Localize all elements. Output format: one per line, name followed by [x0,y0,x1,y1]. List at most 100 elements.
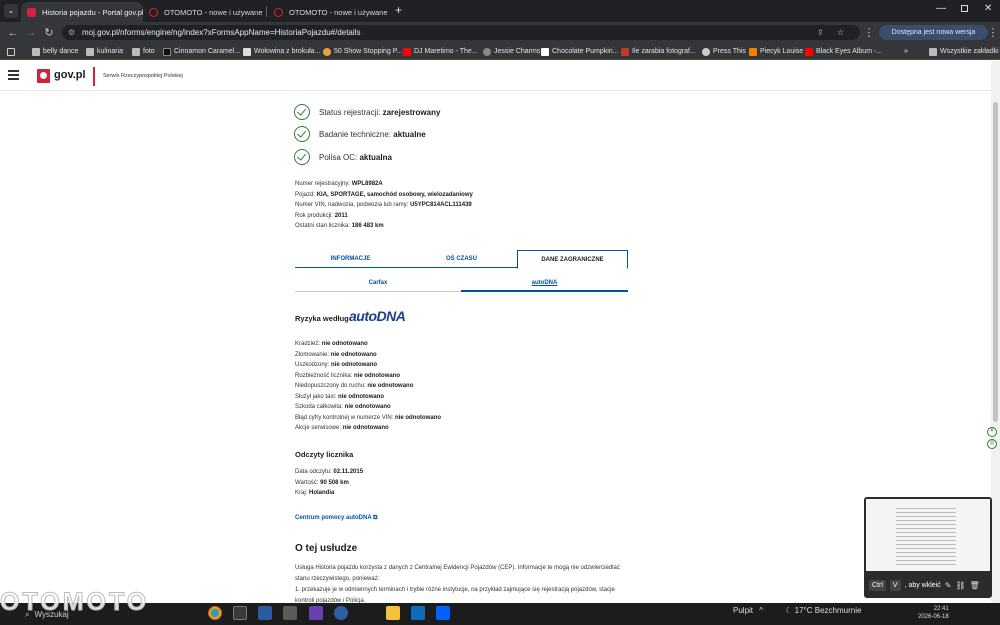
gov-favicon-icon [27,7,36,17]
tab-os-czasu[interactable]: OŚ CZASU [406,250,517,268]
about-list-item: 1. przekazuje je w odmiennych terminach … [295,587,615,603]
close-window-icon[interactable]: ✕ [984,3,992,14]
new-tab-button[interactable]: + [395,3,402,17]
check-circle-icon [294,149,310,165]
close-circle-icon[interactable]: ✕ [987,427,997,437]
tab-historia-pojazdu[interactable]: Historia pojazdu - Portal gov.pl ✕ [21,2,143,22]
bookmark-press-this[interactable]: Press This [702,45,746,58]
scrollbar-thumb[interactable] [993,102,998,422]
risk-item: Złomowanie: nie odnotowano [295,352,377,358]
chevron-up-icon[interactable]: ^ [759,606,763,615]
otomoto-favicon-icon [274,7,283,17]
risk-item: Błąd cyfry kontrolnej w numerze VIN: nie… [295,415,442,421]
extension-icon[interactable]: ⋮ [862,26,876,40]
weather-moon-icon: ☾ [785,606,793,615]
bookmark-50-show[interactable]: 50 Show Stopping P... [323,45,402,58]
otomoto-watermark: OTOMOTO [0,588,150,617]
minimize-icon[interactable]: — [936,3,946,14]
otomoto-favicon-icon [149,7,158,17]
apps-icon[interactable] [7,45,18,58]
subtab-autodna[interactable]: autoDNA [461,275,628,292]
tab-search-button[interactable]: ⌄ [4,4,18,18]
forward-icon[interactable]: → [24,26,38,40]
app-taskbar-icon[interactable] [258,606,272,620]
odometer-readings-title: Odczyty licznika [295,450,354,459]
site-icon [163,47,171,56]
share-icon[interactable]: ⇪ [817,25,824,40]
reload-icon[interactable]: ↻ [42,26,56,40]
bookmark-kulinaria[interactable]: kulinaria [86,45,123,58]
status-registration: Status rejestracji: zarejestrowany [294,103,440,121]
header-subtitle: Serwis Rzeczypospolitej Polskiej [103,73,183,79]
reading-item: Kraj: Holandia [295,490,335,496]
maximize-icon[interactable] [961,5,968,12]
tab-otomoto-1[interactable]: OTOMOTO - nowe i używane sa ✕ [143,2,265,22]
back-icon[interactable]: ← [6,26,20,40]
vehicle-vin: Numer VIN, nadwozia, podwozia lub ramy: … [295,202,472,208]
bookmark-ile-zarabia[interactable]: Ile zarabia fotograf... [621,45,696,58]
folder-icon [929,47,937,56]
app-taskbar-icon[interactable] [334,606,348,620]
site-icon [621,47,629,56]
gov-logo-text[interactable]: gov.pl [54,69,86,81]
explorer-taskbar-icon[interactable] [386,606,400,620]
dropbox-taskbar-icon[interactable] [436,606,450,620]
risk-item: Szkoda całkowita: nie odnotowano [295,404,391,410]
app-taskbar-icon[interactable] [309,606,323,620]
bookmark-piecyk-louise[interactable]: Piecyk Louise [749,45,803,58]
taskbar-search[interactable]: ⌕ Wyszukaj [25,607,69,622]
more-bookmarks-icon[interactable]: » [904,45,908,58]
chrome-taskbar-icon[interactable] [208,606,222,620]
edit-icon[interactable]: ✎ [945,581,952,590]
check-circle-icon [294,126,310,142]
folder-icon [132,47,140,56]
v-key: V [889,579,901,591]
tab-informacje[interactable]: INFORMACJE [295,250,406,268]
menu-icon[interactable]: ⋮ [986,26,1000,40]
app-taskbar-icon[interactable] [283,606,297,620]
vehicle-odometer: Ostatni stan licznika: 186 483 km [295,223,384,229]
site-info-icon[interactable]: ⚙ [68,25,75,40]
youtube-icon [403,47,411,56]
reading-item: Data odczytu: 02.11.2015 [295,469,364,475]
external-link-icon: ⧉ [373,515,378,521]
globe-icon [483,47,491,56]
vehicle-model: Pojazd: KIA, SPORTAGE, samochód osobowy,… [295,192,473,198]
outlook-taskbar-icon[interactable] [411,606,425,620]
bookmark-jessie-charms[interactable]: Jessie Charms [483,45,540,58]
tab-dane-zagraniczne[interactable]: DANE ZAGRANICZNE [517,250,628,269]
search-icon: ⌕ [25,609,30,619]
bookmark-foto[interactable]: foto [132,45,155,58]
bookmark-dj-maretimo[interactable]: DJ Maretimo - The... [403,45,478,58]
address-bar[interactable]: ⚙ moj.gov.pl/nforms/engine/ng/index?xFor… [62,25,860,40]
clipboard-thumbnail[interactable] [866,499,990,571]
bookmark-belly-dance[interactable]: belly dance [32,45,78,58]
link-icon[interactable]: ⛓ [955,581,965,590]
gov-header: gov.pl Serwis Rzeczypospolitej Polskiej [0,61,991,91]
bookmark-cinnamon[interactable]: Cinnamon Caramel... [163,45,240,58]
bookmark-black-eyes[interactable]: Black Eyes Album -... [805,45,882,58]
settings-circle-icon[interactable]: ◎ [987,439,997,449]
bookmark-chocolate-pumpkin[interactable]: Chocolate Pumpkin... [541,45,619,58]
chrome-update-button[interactable]: Dostępna jest nowa wersja Chrome [879,25,988,51]
thumbnail-content [896,505,956,565]
about-title: O tej usłudze [295,543,358,554]
clock[interactable]: 22:41 2026-06-18 [918,605,949,621]
all-bookmarks[interactable]: Wszystkie zakładki [929,45,999,58]
files-taskbar-icon[interactable] [233,606,247,620]
page-content: gov.pl Serwis Rzeczypospolitej Polskiej … [0,61,991,603]
check-circle-icon [294,104,310,120]
vehicle-year: Rok produkcji: 2011 [295,213,348,219]
risks-title: Ryzyka według [295,314,349,323]
subtab-carfax[interactable]: Carfax [295,275,461,292]
bookmark-wolowina[interactable]: Wołowina z brokuła... [243,45,320,58]
hamburger-menu-icon[interactable] [8,70,19,80]
clipboard-popup: Ctrl V , aby wkleić ✎ ⛓ 🗑 [864,497,992,598]
desktop-label[interactable]: Pulpit [733,606,753,615]
bookmarks-bar: belly dance kulinaria foto Cinnamon Cara… [0,43,1000,60]
tab-otomoto-2[interactable]: OTOMOTO - nowe i używane sa ✕ [268,2,390,22]
autodna-help-link[interactable]: Centrum pomocy autoDNA ⧉ [295,515,377,522]
bookmark-star-icon[interactable]: ☆ [837,25,844,40]
delete-icon[interactable]: 🗑 [970,581,980,590]
autodna-logo: autoDNA [349,308,406,324]
